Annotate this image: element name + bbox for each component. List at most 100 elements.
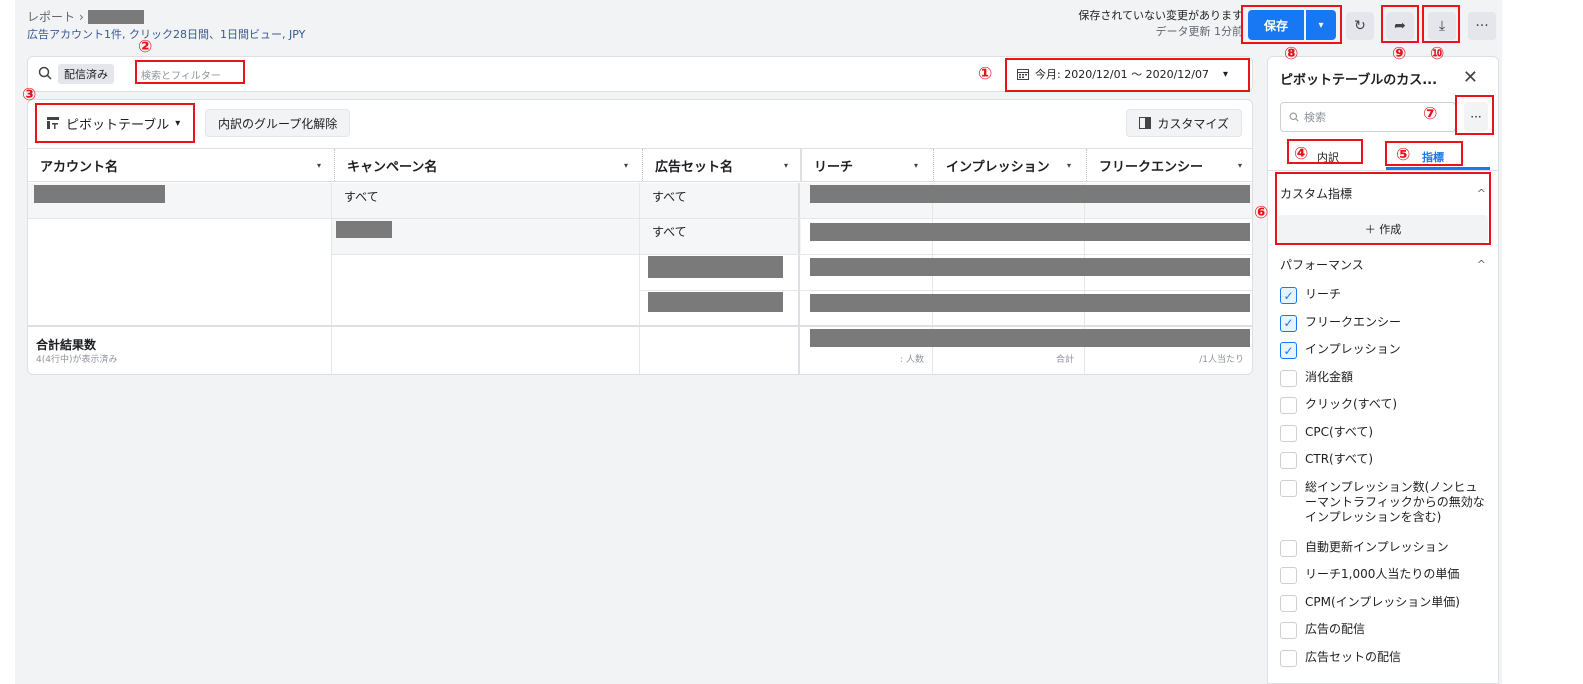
- annotation-box-search: [135, 60, 245, 84]
- metric-label: 広告セットの配信: [1305, 649, 1402, 664]
- metric-label: フリークエンシー: [1305, 314, 1402, 329]
- frequency-unit: /1人当たり: [1199, 355, 1244, 365]
- customize-button[interactable]: カスタマイズ: [1126, 109, 1242, 137]
- metric-checkbox[interactable]: [1280, 479, 1297, 497]
- search-placeholder: 検索: [1304, 111, 1326, 124]
- data-update-time: データ更新 1分前: [1155, 25, 1244, 38]
- metric-option[interactable]: リーチ1,000人当たりの単価: [1280, 567, 1459, 584]
- metric-option[interactable]: CTR(すべて): [1280, 452, 1373, 469]
- redacted-adset-name: [648, 292, 783, 312]
- metric-option[interactable]: CPC(すべて): [1280, 424, 1374, 442]
- ungroup-breakdown-button[interactable]: 内訳のグループ化解除: [205, 109, 351, 137]
- redacted-totals: [810, 329, 1250, 347]
- annotation-box-pivot: [35, 103, 195, 143]
- metric-checkbox[interactable]: [1280, 539, 1297, 557]
- redacted-campaign-name: [336, 221, 392, 238]
- column-header-adset[interactable]: 広告セット名 ▾: [642, 149, 798, 181]
- grid-line: [28, 325, 1252, 327]
- metric-checkbox[interactable]: [1280, 594, 1297, 612]
- metric-label: 総インプレッション数(ノンヒューマントラフィックからの無効なインプレッションを含…: [1305, 479, 1485, 524]
- metric-label: CTR(すべて): [1305, 452, 1374, 466]
- metric-checkbox[interactable]: ✓: [1280, 342, 1297, 359]
- grid-line: [28, 218, 1252, 219]
- annotation-box-date: [1005, 58, 1250, 92]
- metric-option[interactable]: CPM(インプレッション単価): [1280, 594, 1460, 612]
- column-label: インプレッション: [946, 159, 1050, 175]
- metric-option[interactable]: ✓ リーチ: [1280, 287, 1341, 304]
- redacted-metrics: [810, 185, 1250, 203]
- annotation-box-custom-metrics: [1275, 172, 1491, 245]
- sort-caret-icon[interactable]: ▾: [1067, 161, 1071, 170]
- metric-checkbox[interactable]: [1280, 369, 1297, 387]
- metric-option[interactable]: ✓ フリークエンシー: [1280, 314, 1402, 332]
- unsaved-status: 保存されていない変更があります データ更新 1分前: [1078, 8, 1243, 40]
- metric-checkbox[interactable]: [1280, 452, 1297, 469]
- grid-line: [639, 183, 640, 374]
- sort-caret-icon[interactable]: ▾: [914, 161, 918, 170]
- breadcrumb-root[interactable]: レポート: [27, 8, 75, 25]
- app-root: レポート › 広告アカウント1件, クリック28日間、1日間ビュー, JPY 保…: [0, 0, 1583, 684]
- grid-line: [331, 254, 1252, 255]
- tabs-divider: [1268, 170, 1498, 171]
- column-label: フリークエンシー: [1099, 159, 1204, 175]
- more-options-icon[interactable]: ···: [1468, 12, 1496, 40]
- metric-checkbox[interactable]: [1280, 649, 1297, 667]
- metric-option[interactable]: 総インプレッション数(ノンヒューマントラフィックからの無効なインプレッションを含…: [1280, 479, 1485, 525]
- annotation-number: ③: [22, 85, 37, 105]
- metric-label: リーチ1,000人当たりの単価: [1305, 567, 1460, 581]
- sort-caret-icon[interactable]: ▾: [624, 161, 628, 170]
- annotation-number: ⑦: [1423, 104, 1438, 124]
- grid-line: [639, 290, 1252, 291]
- unsaved-notice: 保存されていない変更があります: [1078, 9, 1243, 22]
- total-results-label: 合計結果数: [36, 338, 97, 352]
- metric-option[interactable]: 広告の配信: [1280, 622, 1365, 639]
- breadcrumb: レポート ›: [27, 8, 144, 25]
- metric-option[interactable]: 広告セットの配信: [1280, 649, 1402, 667]
- table-cell: すべて: [652, 224, 687, 239]
- refresh-icon[interactable]: ↻: [1346, 12, 1374, 40]
- annotation-number: ②: [138, 37, 153, 57]
- reach-unit: : 人数: [900, 355, 924, 365]
- metric-checkbox[interactable]: ✓: [1280, 314, 1297, 332]
- metric-checkbox[interactable]: ✓: [1280, 287, 1297, 304]
- column-header-campaign[interactable]: キャンペーン名 ▾: [334, 149, 638, 181]
- annotation-box-download: [1422, 5, 1460, 43]
- metric-label: インプレッション: [1305, 342, 1401, 356]
- column-header-frequency[interactable]: フリークエンシー ▾: [1086, 149, 1252, 181]
- metric-label: クリック(すべて): [1305, 397, 1398, 411]
- annotation-number: ⑤: [1396, 145, 1411, 165]
- annotation-number: ⑥: [1254, 203, 1269, 223]
- metric-option[interactable]: 自動更新インプレッション: [1280, 539, 1449, 557]
- table-cell: すべて: [344, 189, 379, 204]
- table-cell: すべて: [652, 189, 687, 204]
- grid-line: [331, 183, 332, 374]
- chevron-up-icon[interactable]: ^: [1477, 258, 1486, 271]
- metric-label: 消化金額: [1305, 369, 1354, 384]
- close-icon[interactable]: ✕: [1463, 67, 1478, 88]
- metric-option[interactable]: ✓ インプレッション: [1280, 342, 1401, 359]
- sort-caret-icon[interactable]: ▾: [784, 161, 788, 170]
- redacted-report-name: [87, 9, 144, 24]
- metric-label: CPC(すべて): [1305, 424, 1374, 439]
- metric-label: 自動更新インプレッション: [1305, 539, 1449, 554]
- column-header-account[interactable]: アカウント名 ▾: [28, 149, 331, 181]
- metric-checkbox[interactable]: [1280, 622, 1297, 639]
- delivery-status-chip[interactable]: 配信済み: [58, 64, 114, 84]
- columns-icon: [1139, 117, 1152, 129]
- sort-caret-icon[interactable]: ▾: [317, 161, 321, 170]
- metric-checkbox[interactable]: [1280, 397, 1297, 414]
- section-performance[interactable]: パフォーマンス: [1280, 256, 1364, 273]
- panel-title: ピボットテーブルのカス...: [1280, 73, 1438, 88]
- metric-option[interactable]: 消化金額: [1280, 369, 1354, 387]
- customize-label: カスタマイズ: [1157, 116, 1229, 131]
- metric-checkbox[interactable]: [1280, 424, 1297, 442]
- report-subtitle[interactable]: 広告アカウント1件, クリック28日間、1日間ビュー, JPY: [27, 26, 305, 42]
- metric-checkbox[interactable]: [1280, 567, 1297, 584]
- metric-option[interactable]: クリック(すべて): [1280, 397, 1397, 414]
- annotation-box-panel-more: [1455, 95, 1494, 135]
- column-header-reach[interactable]: リーチ ▾: [800, 149, 928, 181]
- grid-line: [798, 183, 800, 374]
- sort-caret-icon[interactable]: ▾: [1238, 161, 1242, 170]
- annotation-number: ①: [978, 64, 993, 84]
- column-header-impressions[interactable]: インプレッション ▾: [933, 149, 1081, 181]
